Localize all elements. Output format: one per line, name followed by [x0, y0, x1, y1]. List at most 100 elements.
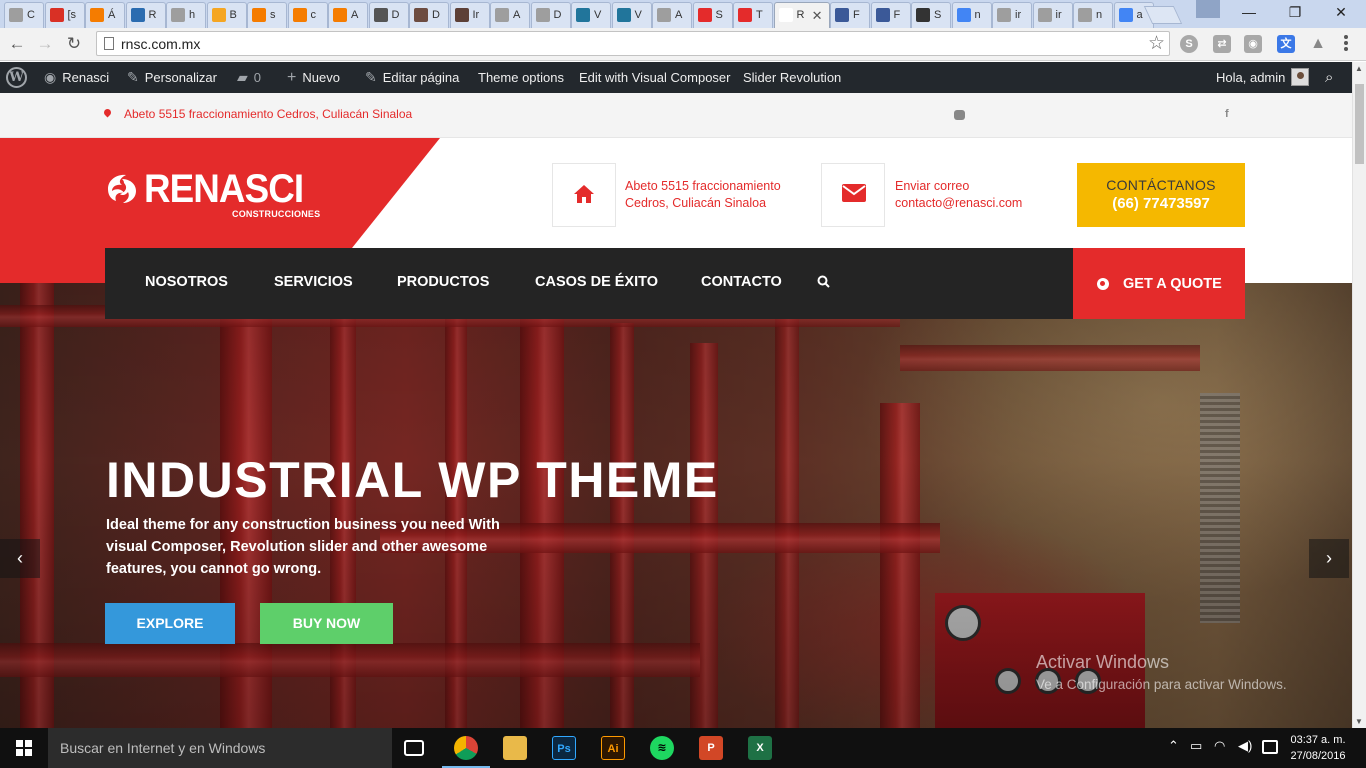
- wordpress-logo-icon[interactable]: W: [6, 67, 27, 88]
- browser-tab[interactable]: A: [490, 2, 530, 28]
- nav-item-contacto[interactable]: CONTACTO: [701, 274, 782, 290]
- tray-expand-icon[interactable]: ⌃: [1168, 738, 1179, 754]
- buy-now-button[interactable]: BUY NOW: [260, 603, 393, 644]
- slider-next-arrow[interactable]: ›: [1309, 539, 1349, 578]
- skype-extension-icon[interactable]: S: [1180, 35, 1198, 53]
- browser-tab[interactable]: Ir: [449, 2, 490, 28]
- browser-tab[interactable]: ir: [1032, 2, 1073, 28]
- illustrator-icon[interactable]: Ai: [601, 736, 625, 760]
- tab-title: V: [634, 9, 642, 21]
- page-scrollbar[interactable]: ▲ ▼: [1352, 62, 1366, 728]
- scroll-down-icon[interactable]: ▼: [1355, 717, 1363, 726]
- profile-badge[interactable]: [1196, 0, 1220, 18]
- browser-tab[interactable]: C: [4, 2, 44, 28]
- spotify-icon[interactable]: ≋: [650, 736, 674, 760]
- browser-tab[interactable]: D: [368, 2, 409, 28]
- admin-customize-link[interactable]: ✎ Personalizar: [127, 62, 217, 93]
- slider-prev-arrow[interactable]: ‹: [0, 539, 40, 578]
- taskbar-search[interactable]: Buscar en Internet y en Windows: [48, 728, 392, 768]
- search-icon[interactable]: [817, 275, 830, 288]
- drive-extension-icon[interactable]: ▲: [1309, 35, 1327, 53]
- close-tab-icon[interactable]: ✕: [812, 8, 823, 24]
- action-center-icon[interactable]: [1262, 740, 1278, 754]
- facebook-icon[interactable]: f: [1225, 108, 1229, 120]
- url-text[interactable]: rnsc.com.mx: [121, 36, 200, 52]
- bookmark-star-icon[interactable]: ☆: [1148, 32, 1165, 55]
- browser-tab[interactable]: n: [951, 2, 992, 28]
- browser-tab[interactable]: ir: [992, 2, 1032, 28]
- browser-tab[interactable]: h: [166, 2, 206, 28]
- photoshop-icon[interactable]: Ps: [552, 736, 576, 760]
- browser-tab[interactable]: F: [870, 2, 911, 28]
- browser-tab[interactable]: R ✕: [773, 2, 830, 29]
- scroll-thumb[interactable]: [1355, 84, 1364, 164]
- reload-icon[interactable]: ↻: [63, 34, 85, 54]
- wifi-icon[interactable]: ◠: [1214, 738, 1225, 754]
- minimize-button[interactable]: —: [1226, 0, 1272, 24]
- taskbar-clock[interactable]: 03:37 a. m. 27/08/2016: [1288, 732, 1348, 764]
- tab-title: A: [351, 9, 359, 21]
- nav-item-casos-de-exito[interactable]: CASOS DE ÉXITO: [535, 274, 658, 290]
- task-view-icon[interactable]: [404, 740, 424, 756]
- browser-tab[interactable]: R: [125, 2, 166, 28]
- browser-tab[interactable]: Á: [85, 2, 125, 28]
- admin-comments-link[interactable]: ▰ 0: [237, 62, 261, 93]
- admin-new-link[interactable]: + Nuevo: [287, 62, 340, 93]
- browser-tab[interactable]: V: [571, 2, 611, 28]
- browser-tab[interactable]: V: [611, 2, 652, 28]
- nav-item-productos[interactable]: PRODUCTOS: [397, 274, 489, 290]
- restore-button[interactable]: ❐: [1272, 0, 1318, 24]
- volume-icon[interactable]: ◀): [1238, 738, 1252, 754]
- camera-extension-icon[interactable]: ◉: [1244, 35, 1262, 53]
- tab-favicon-icon: [414, 8, 428, 22]
- admin-visual-composer-link[interactable]: Edit with Visual Composer: [579, 62, 731, 93]
- start-button[interactable]: [0, 728, 48, 768]
- email-address[interactable]: contacto@renasci.com: [895, 195, 1022, 212]
- nav-item-servicios[interactable]: SERVICIOS: [274, 274, 353, 290]
- header-email[interactable]: Enviar correo contacto@renasci.com: [895, 178, 1022, 212]
- address-bar-row: ← → ↻ rnsc.com.mx ☆ S ⇄ ◉ 文 ▲: [0, 28, 1366, 61]
- browser-tab[interactable]: n: [1073, 2, 1113, 28]
- red-band: [0, 248, 105, 283]
- admin-theme-options-link[interactable]: Theme options: [478, 62, 564, 93]
- browser-tab[interactable]: S: [692, 2, 733, 28]
- excel-icon[interactable]: X: [748, 736, 772, 760]
- close-window-button[interactable]: ✕: [1318, 0, 1364, 24]
- admin-account-menu[interactable]: Hola, admin: [1216, 62, 1310, 93]
- contact-button[interactable]: CONTÁCTANOS (66) 77473597: [1077, 163, 1245, 227]
- forward-icon[interactable]: →: [34, 34, 56, 54]
- browser-tab[interactable]: A: [328, 2, 368, 28]
- tab-favicon-icon: [535, 8, 550, 22]
- admin-site-link[interactable]: ◉ Renasci: [44, 62, 109, 93]
- tab-title: A: [513, 9, 521, 21]
- browser-tab[interactable]: c: [287, 2, 328, 28]
- browser-tab[interactable]: D: [530, 2, 571, 28]
- header-address: Abeto 5515 fraccionamiento Cedros, Culia…: [625, 178, 781, 212]
- admin-slider-revolution-link[interactable]: Slider Revolution: [743, 62, 841, 93]
- browser-tab[interactable]: s: [247, 2, 287, 28]
- browser-tab[interactable]: T: [733, 2, 773, 28]
- back-icon[interactable]: ←: [6, 34, 28, 54]
- nav-item-nosotros[interactable]: NOSOTROS: [145, 274, 228, 290]
- admin-edit-page-link[interactable]: ✎ Editar página: [365, 62, 459, 93]
- battery-icon[interactable]: ▭: [1190, 738, 1202, 754]
- browser-tab[interactable]: A: [652, 2, 692, 28]
- get-a-quote-button[interactable]: GET A QUOTE: [1073, 248, 1245, 319]
- browser-tab[interactable]: B: [206, 2, 247, 28]
- chrome-menu-icon[interactable]: [1343, 34, 1349, 54]
- admin-search-icon[interactable]: ⌕: [1325, 62, 1333, 93]
- translate-extension-icon[interactable]: 文: [1277, 35, 1295, 53]
- browser-tab[interactable]: [s: [44, 2, 85, 28]
- browser-tab[interactable]: S: [911, 2, 951, 28]
- sync-extension-icon[interactable]: ⇄: [1213, 35, 1231, 53]
- explore-button[interactable]: EXPLORE: [105, 603, 235, 644]
- foursquare-icon[interactable]: [954, 110, 965, 120]
- chrome-taskbar-icon[interactable]: [454, 736, 478, 760]
- file-explorer-icon[interactable]: [503, 736, 527, 760]
- address-bar[interactable]: rnsc.com.mx ☆: [96, 31, 1170, 56]
- browser-tab[interactable]: D: [409, 2, 449, 28]
- scroll-up-icon[interactable]: ▲: [1355, 64, 1363, 73]
- browser-tab[interactable]: F: [830, 2, 870, 28]
- logo-subtitle: CONSTRUCCIONES: [232, 209, 321, 219]
- powerpoint-icon[interactable]: P: [699, 736, 723, 760]
